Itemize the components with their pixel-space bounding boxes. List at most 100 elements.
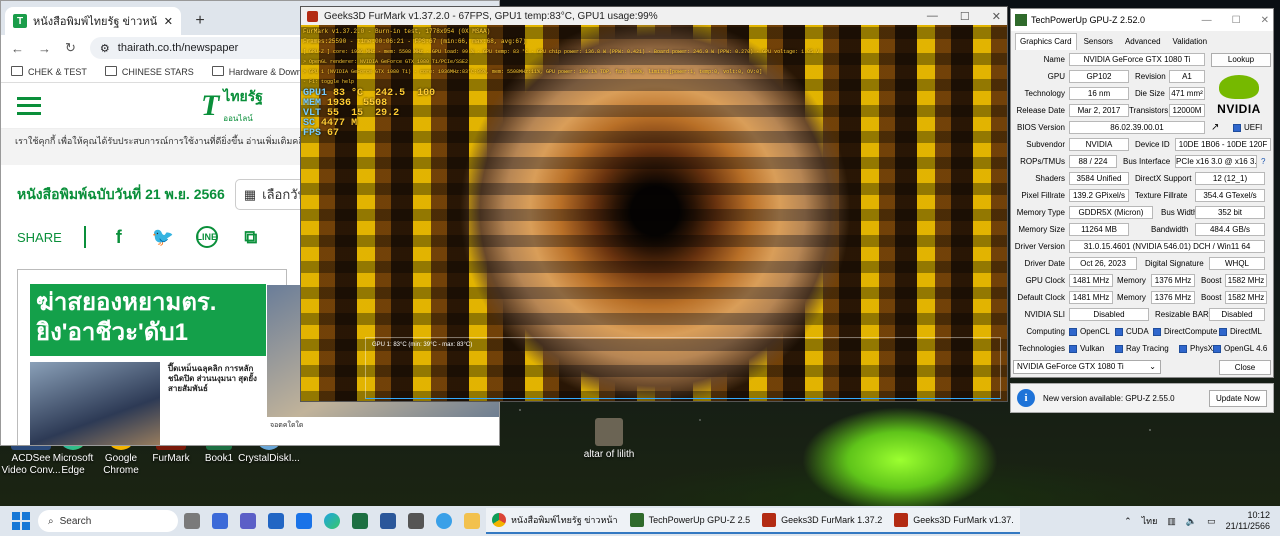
close-tab-icon[interactable]: ✕ — [164, 15, 173, 28]
mail-icon[interactable] — [296, 513, 312, 529]
opencl-checkbox[interactable]: OpenCL — [1069, 327, 1110, 336]
help-icon[interactable]: ? — [1261, 157, 1265, 166]
label-memory-type: Memory Type — [1016, 208, 1065, 217]
directcompute-checkbox[interactable]: DirectCompute — [1153, 327, 1217, 336]
word-icon[interactable] — [380, 513, 396, 529]
gpuz-titlebar: TechPowerUp GPU-Z 2.52.0 — ☐ ✕ — [1011, 9, 1273, 31]
facebook-icon[interactable]: f — [108, 226, 130, 248]
photos-icon[interactable] — [436, 513, 452, 529]
network-icon[interactable]: ▥ — [1167, 516, 1176, 527]
search-icon: ⌕ — [48, 515, 54, 527]
bookmark-folder[interactable]: Hardware & Downl... — [212, 66, 312, 77]
label-subvendor: Subvendor — [1026, 140, 1065, 149]
new-tab-icon[interactable]: + — [189, 10, 211, 32]
value-default-memory: 1376 MHz — [1151, 291, 1195, 304]
chevron-up-icon[interactable]: ⌃ — [1124, 516, 1132, 527]
teams-icon[interactable] — [240, 513, 256, 529]
value-default-clock: 1481 MHz — [1069, 291, 1113, 304]
clock[interactable]: 10:12 21/11/2566 — [1226, 510, 1270, 532]
label-transistors: Transistors — [1129, 106, 1169, 115]
site-info-icon[interactable]: ⚙ — [100, 42, 110, 55]
opengl-checkbox[interactable]: OpenGL 4.6 — [1213, 344, 1267, 353]
gpuz-app-icon — [1015, 14, 1027, 26]
value-resizable-bar: Disabled — [1209, 308, 1265, 321]
furmark-window: Geeks3D FurMark v1.37.2.0 - 67FPS, GPU1 … — [300, 6, 1008, 402]
battery-icon[interactable]: ▭ — [1207, 516, 1216, 527]
lookup-button[interactable]: Lookup — [1211, 52, 1271, 67]
taskbar-search[interactable]: ⌕ Search — [38, 510, 178, 532]
value-shaders: 3584 Unified — [1069, 172, 1129, 185]
label-bus-interface: Bus Interface — [1123, 157, 1171, 166]
file-explorer-icon[interactable] — [464, 513, 480, 529]
tab-advanced[interactable]: Advanced — [1120, 33, 1166, 50]
close-icon[interactable]: ✕ — [1261, 15, 1269, 26]
label-boost: Boost — [1201, 293, 1222, 302]
info-icon: i — [1017, 389, 1035, 407]
tab-validation[interactable]: Validation — [1168, 33, 1213, 50]
close-icon[interactable]: ✕ — [992, 10, 1001, 23]
value-bios: 86.02.39.00.01 — [1069, 121, 1205, 134]
newspaper-front-page[interactable]: ฆ่าสยองหยามตร. ยิง'อาชีวะ'ดับ1 ปี๊ดเหม็น… — [17, 269, 287, 445]
close-button[interactable]: Close — [1219, 360, 1271, 375]
tab-sensors[interactable]: Sensors — [1079, 33, 1118, 50]
value-memory-type: GDDR5X (Micron) — [1069, 206, 1153, 219]
physx-checkbox[interactable]: PhysX — [1179, 344, 1213, 353]
bookmark-folder[interactable]: CHEK & TEST — [11, 66, 87, 77]
maximize-icon[interactable]: ☐ — [1232, 15, 1241, 26]
edge-icon[interactable] — [324, 513, 340, 529]
label-memory-size: Memory Size — [1018, 225, 1065, 234]
twitter-icon[interactable]: 🐦 — [152, 226, 174, 248]
value-technology: 16 nm — [1069, 87, 1129, 100]
raytracing-checkbox[interactable]: Ray Tracing — [1115, 344, 1169, 353]
excel-icon[interactable] — [352, 513, 368, 529]
value-digital-signature: WHQL — [1209, 257, 1265, 270]
value-directx: 12 (12_1) — [1195, 172, 1265, 185]
maximize-icon[interactable]: ☐ — [960, 10, 970, 23]
label-bios: BIOS Version — [1016, 123, 1065, 132]
copy-link-icon[interactable]: ⧉ — [240, 226, 262, 248]
value-texture-fillrate: 354.4 GTexel/s — [1195, 189, 1265, 202]
language-indicator[interactable]: ไทย — [1142, 514, 1158, 528]
browser-tab[interactable]: T หนังสือพิมพ์ไทยรัฐ ข่าวหน้า 1 | ไทยรัฐ… — [5, 7, 181, 35]
forward-icon[interactable]: → — [38, 41, 51, 56]
reload-icon[interactable]: ↻ — [65, 40, 76, 56]
thairath-favicon: T — [13, 14, 27, 28]
nvidia-logo: NVIDIA — [1211, 75, 1267, 121]
taskbar-app-furmark[interactable]: Geeks3D FurMark 1.37.2 — [756, 508, 889, 534]
share-bios-icon[interactable]: ↗ — [1211, 122, 1219, 133]
gpu-select-dropdown[interactable]: NVIDIA GeForce GTX 1080 Ti ⌄ — [1013, 360, 1161, 374]
volume-icon[interactable]: 🔈 — [1186, 516, 1197, 527]
start-icon[interactable] — [12, 512, 30, 530]
taskbar-app-chrome[interactable]: หนังสือพิมพ์ไทยรัฐ ข่าวหน้า — [486, 508, 624, 534]
label-name: Name — [1043, 55, 1065, 64]
temperature-graph: GPU 1: 83°C (min: 39°C - max: 83°C) — [365, 337, 1001, 399]
value-default-boost: 1582 MHz — [1225, 291, 1267, 304]
update-now-button[interactable]: Update Now — [1208, 389, 1267, 407]
task-view-icon[interactable] — [184, 513, 200, 529]
directml-checkbox[interactable]: DirectML — [1219, 327, 1262, 336]
value-bus-interface: PCIe x16 3.0 @ x16 3.0 — [1175, 155, 1257, 168]
bookmark-folder[interactable]: CHINESE STARS — [105, 66, 194, 77]
vulkan-checkbox[interactable]: Vulkan — [1069, 344, 1104, 353]
menu-icon[interactable] — [17, 96, 41, 115]
store-icon[interactable] — [268, 513, 284, 529]
value-gpu: GP102 — [1069, 70, 1129, 83]
label-gpu: GPU — [1047, 72, 1065, 81]
label-driver-version: Driver Version — [1014, 242, 1065, 251]
minimize-icon[interactable]: — — [1202, 15, 1212, 26]
taskbar-app-gpuz[interactable]: TechPowerUp GPU-Z 2.5 — [623, 508, 757, 534]
line-icon[interactable]: LINE — [195, 226, 218, 248]
widgets-icon[interactable] — [212, 513, 228, 529]
minimize-icon[interactable]: — — [927, 10, 938, 23]
update-notification: i New version available: GPU-Z 2.55.0 Up… — [1010, 383, 1274, 413]
value-gpu-memory: 1376 MHz — [1151, 274, 1195, 287]
back-icon[interactable]: ← — [11, 41, 24, 56]
uefi-checkbox[interactable]: UEFI — [1233, 123, 1262, 132]
tab-graphics-card[interactable]: Graphics Card — [1015, 33, 1077, 50]
thairath-logo[interactable]: T ไทยรัฐ ออนไลน์ — [201, 86, 263, 125]
desktop-icon-altar[interactable]: altar of lilith — [578, 418, 640, 461]
taskbar-app-furmark-render[interactable]: Geeks3D FurMark v1.37. — [888, 508, 1020, 534]
cuda-checkbox[interactable]: CUDA — [1115, 327, 1149, 336]
label-memory: Memory — [1117, 276, 1146, 285]
calculator-icon[interactable] — [408, 513, 424, 529]
